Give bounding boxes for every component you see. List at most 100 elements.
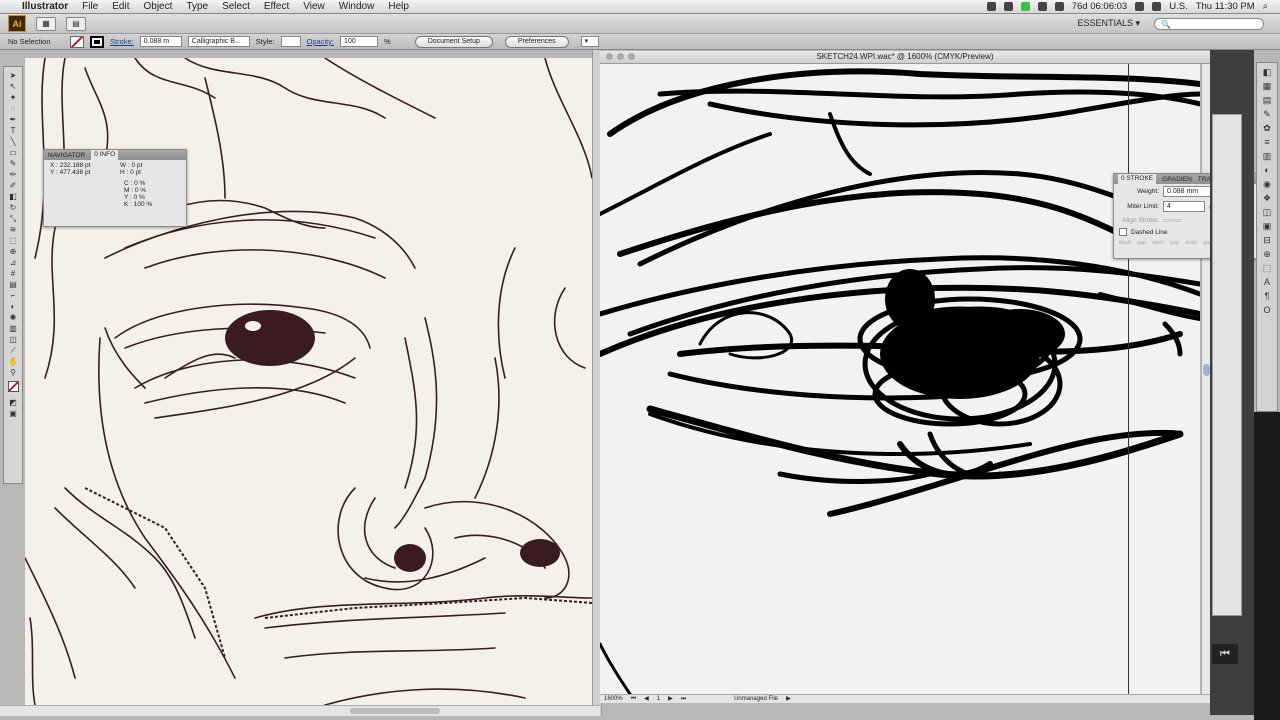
- paintbrush-tool-icon[interactable]: ✎: [6, 158, 20, 169]
- magic-wand-tool-icon[interactable]: ✦: [6, 92, 20, 103]
- pathfinder-panel-icon[interactable]: ⊕: [1261, 249, 1273, 260]
- menu-object[interactable]: Object: [143, 1, 172, 12]
- artboard-tool-icon[interactable]: ◫: [6, 334, 20, 345]
- symbol-sprayer-tool-icon[interactable]: ✺: [6, 312, 20, 323]
- align-panel-icon[interactable]: ⊟: [1261, 235, 1273, 246]
- status-menu-icon[interactable]: ▶: [786, 695, 791, 703]
- paragraph-panel-icon[interactable]: ¶: [1261, 291, 1273, 302]
- tray-status-icon[interactable]: [1020, 2, 1030, 11]
- bridge-icon[interactable]: ▦: [36, 16, 56, 31]
- control-panel-menu-icon[interactable]: ▾: [580, 36, 599, 47]
- dash-field[interactable]: dash: [1185, 240, 1197, 246]
- brushes-panel-icon[interactable]: ✎: [1261, 109, 1273, 120]
- type-tool-icon[interactable]: T: [6, 125, 20, 136]
- artboard-number-field[interactable]: 1: [657, 695, 660, 703]
- wifi-icon[interactable]: [1054, 2, 1064, 11]
- stroke-weight-field[interactable]: 0.088 m: [139, 36, 182, 47]
- pen-tool-icon[interactable]: ✒: [6, 114, 20, 125]
- menu-select[interactable]: Select: [222, 1, 250, 12]
- line-tool-icon[interactable]: ╲: [6, 136, 20, 147]
- drawing-mode-icon[interactable]: ◩: [6, 397, 20, 408]
- color-panel-icon[interactable]: ◧: [1261, 67, 1273, 78]
- color-guide-icon[interactable]: ▦: [1261, 81, 1273, 92]
- artboard-next-icon[interactable]: ▶: [668, 695, 673, 703]
- zoom-level-field[interactable]: 1600%: [604, 695, 623, 703]
- rotate-tool-icon[interactable]: ↻: [6, 202, 20, 213]
- free-transform-tool-icon[interactable]: ⬚: [6, 235, 20, 246]
- weight-field[interactable]: 0.088 mm: [1163, 186, 1211, 197]
- file-status-text[interactable]: Unmanaged File: [734, 695, 778, 703]
- dashed-line-checkbox[interactable]: [1119, 228, 1127, 236]
- stroke-panel-icon[interactable]: ≡: [1261, 137, 1273, 148]
- zoom-tool-icon[interactable]: ⚲: [6, 367, 20, 378]
- miter-field[interactable]: 4: [1163, 201, 1205, 212]
- stroke-label[interactable]: Stroke:: [110, 37, 134, 46]
- artboard-first-icon[interactable]: ⏮: [631, 695, 636, 703]
- direct-selection-tool-icon[interactable]: ↖: [6, 81, 20, 92]
- layers-panel-icon[interactable]: ◫: [1261, 207, 1273, 218]
- gap-field[interactable]: gap: [1170, 240, 1179, 246]
- menu-type[interactable]: Type: [186, 1, 208, 12]
- search-input[interactable]: 🔍: [1154, 17, 1264, 30]
- blend-tool-icon[interactable]: ◐: [6, 301, 20, 312]
- stroke-swatch[interactable]: [90, 35, 104, 48]
- transform-panel-icon[interactable]: ⬚: [1261, 263, 1273, 274]
- character-panel-icon[interactable]: A: [1261, 277, 1273, 288]
- appearance-panel-icon[interactable]: ◉: [1261, 179, 1273, 190]
- shape-builder-tool-icon[interactable]: ⊕: [6, 246, 20, 257]
- graphic-styles-icon[interactable]: ❖: [1261, 193, 1273, 204]
- input-locale[interactable]: U.S.: [1169, 1, 1187, 12]
- dash-field[interactable]: dash: [1119, 240, 1131, 246]
- pencil-tool-icon[interactable]: ✏: [6, 169, 20, 180]
- vertical-scroll-thumb[interactable]: [1203, 364, 1210, 376]
- align-buttons[interactable]: ▭▭▭: [1163, 216, 1181, 224]
- horizontal-scroll-thumb[interactable]: [350, 708, 440, 714]
- opacity-field[interactable]: 100: [340, 36, 379, 47]
- fill-swatch[interactable]: [70, 35, 84, 48]
- arrange-documents-icon[interactable]: ▤: [66, 16, 86, 31]
- skip-back-icon[interactable]: ⏮: [1212, 644, 1238, 664]
- artboard-prev-icon[interactable]: ◀: [644, 695, 649, 703]
- dash-field[interactable]: dash: [1152, 240, 1164, 246]
- column-graph-tool-icon[interactable]: ▥: [6, 323, 20, 334]
- tab-gradient[interactable]: GRADIEN: [1162, 176, 1192, 183]
- battery-icon[interactable]: [1152, 2, 1162, 11]
- tab-stroke[interactable]: 0 STROKE: [1118, 174, 1157, 184]
- selection-tool-icon[interactable]: ➤: [6, 70, 20, 81]
- workspace-switcher[interactable]: ESSENTIALS ▾: [1077, 18, 1140, 29]
- style-swatch[interactable]: [280, 36, 301, 47]
- app-menu[interactable]: Illustrator: [22, 1, 68, 12]
- menu-window[interactable]: Window: [339, 1, 375, 12]
- menu-effect[interactable]: Effect: [264, 1, 289, 12]
- symbols-panel-icon[interactable]: ✿: [1261, 123, 1273, 134]
- menu-file[interactable]: File: [82, 1, 98, 12]
- gradient-panel-icon[interactable]: ▥: [1261, 151, 1273, 162]
- document-title-bar[interactable]: SKETCH24.WPI.wac* @ 1600% (CMYK/Preview): [600, 51, 1210, 64]
- screen-mode-icon[interactable]: ▣: [6, 408, 20, 419]
- warp-tool-icon[interactable]: ≋: [6, 224, 20, 235]
- slice-tool-icon[interactable]: ⟋: [6, 345, 20, 356]
- artboard-last-icon[interactable]: ⏭: [681, 695, 686, 703]
- menu-help[interactable]: Help: [388, 1, 409, 12]
- opacity-label[interactable]: Opacity:: [307, 37, 335, 46]
- close-window-icon[interactable]: [606, 53, 613, 60]
- tab-info[interactable]: 0 INFO: [91, 150, 119, 160]
- mesh-tool-icon[interactable]: #: [6, 268, 20, 279]
- scale-tool-icon[interactable]: ⤡: [6, 213, 20, 224]
- blob-brush-tool-icon[interactable]: ✐: [6, 180, 20, 191]
- eraser-tool-icon[interactable]: ◧: [6, 191, 20, 202]
- artwork-canvas[interactable]: [600, 64, 1200, 694]
- brush-dropdown[interactable]: Calligraphic B...: [187, 36, 250, 47]
- rectangle-tool-icon[interactable]: ▭: [6, 147, 20, 158]
- hand-tool-icon[interactable]: ✋: [6, 356, 20, 367]
- transparency-panel-icon[interactable]: ◐: [1261, 165, 1273, 176]
- tray-icon[interactable]: [1003, 2, 1013, 11]
- bluetooth-icon[interactable]: [1037, 2, 1047, 11]
- tray-icon[interactable]: [986, 2, 996, 11]
- gap-field[interactable]: gap: [1137, 240, 1146, 246]
- fill-stroke-swatches[interactable]: [6, 381, 20, 397]
- zoom-window-icon[interactable]: [628, 53, 635, 60]
- menu-view[interactable]: View: [303, 1, 325, 12]
- document-setup-button[interactable]: Document Setup: [414, 35, 493, 48]
- artboards-panel-icon[interactable]: ▣: [1261, 221, 1273, 232]
